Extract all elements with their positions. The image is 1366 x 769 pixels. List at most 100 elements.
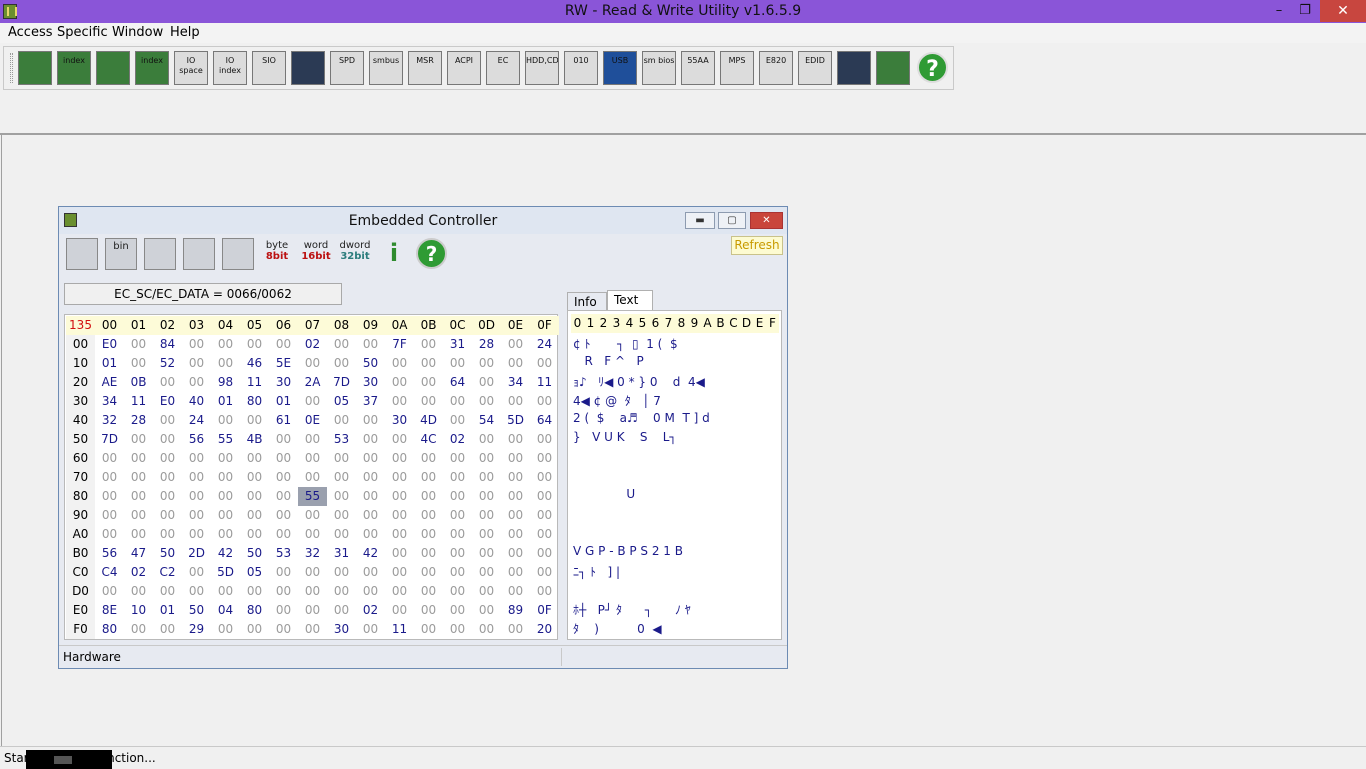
byte-8bit-button[interactable]: byte 8bit bbox=[261, 238, 293, 270]
spd-icon[interactable]: SPD bbox=[330, 51, 364, 85]
hex-cell[interactable]: 00 bbox=[124, 430, 153, 449]
hex-cell[interactable]: 00 bbox=[269, 506, 298, 525]
hex-cell[interactable]: 24 bbox=[530, 335, 559, 354]
hex-cell[interactable]: 00 bbox=[211, 335, 240, 354]
hex-cell[interactable]: 00 bbox=[327, 525, 356, 544]
hex-cell[interactable]: 00 bbox=[124, 582, 153, 601]
hex-cell[interactable]: 00 bbox=[153, 582, 182, 601]
hex-cell[interactable]: 00 bbox=[530, 487, 559, 506]
smbios-icon[interactable]: sm bios bbox=[642, 51, 676, 85]
hex-cell[interactable]: 00 bbox=[356, 525, 385, 544]
hex-cell[interactable]: 11 bbox=[385, 620, 414, 639]
menu-access[interactable]: Access bbox=[8, 25, 53, 40]
hex-cell[interactable]: 00 bbox=[530, 449, 559, 468]
hex-cell[interactable]: 00 bbox=[472, 506, 501, 525]
hex-cell[interactable]: 5D bbox=[211, 563, 240, 582]
hex-cell[interactable]: 00 bbox=[414, 620, 443, 639]
hex-cell[interactable]: 00 bbox=[298, 601, 327, 620]
hex-cell[interactable]: 00 bbox=[385, 544, 414, 563]
hex-cell[interactable]: 00 bbox=[472, 620, 501, 639]
hex-cell[interactable]: 00 bbox=[240, 335, 269, 354]
hex-cell[interactable]: 00 bbox=[327, 468, 356, 487]
hex-cell[interactable]: 00 bbox=[327, 335, 356, 354]
hex-cell[interactable]: 00 bbox=[501, 544, 530, 563]
hex-cell[interactable]: 00 bbox=[153, 430, 182, 449]
hex-cell[interactable]: 11 bbox=[124, 392, 153, 411]
hex-cell[interactable]: 05 bbox=[327, 392, 356, 411]
hex-grid[interactable]: 135 00 01 02 03 04 05 06 07 08 09 0A 0B 0C 0D 0E 0F 00 E0 0… bbox=[64, 314, 559, 640]
text-row[interactable]: U bbox=[573, 487, 635, 501]
hex-cell[interactable]: 00 bbox=[530, 468, 559, 487]
hex-cell[interactable]: 00 bbox=[414, 373, 443, 392]
hex-cell[interactable]: 8E bbox=[95, 601, 124, 620]
hex-cell[interactable]: 00 bbox=[443, 487, 472, 506]
hex-cell[interactable]: 00 bbox=[472, 582, 501, 601]
hex-cell[interactable]: AE bbox=[95, 373, 124, 392]
hex-cell[interactable]: 00 bbox=[327, 487, 356, 506]
pci-icon[interactable] bbox=[18, 51, 52, 85]
hex-cell[interactable]: 00 bbox=[443, 468, 472, 487]
hex-cell[interactable]: 00 bbox=[443, 525, 472, 544]
hex-cell[interactable]: 98 bbox=[211, 373, 240, 392]
hex-cell[interactable]: 00 bbox=[182, 525, 211, 544]
hex-cell[interactable]: 00 bbox=[443, 582, 472, 601]
maximize-button[interactable]: ❐ bbox=[1290, 0, 1320, 22]
hex-cell[interactable]: 32 bbox=[95, 411, 124, 430]
hex-cell[interactable]: 00 bbox=[385, 506, 414, 525]
hex-cell[interactable]: 00 bbox=[385, 354, 414, 373]
hex-cell[interactable]: 24 bbox=[182, 411, 211, 430]
hex-cell[interactable]: 00 bbox=[182, 449, 211, 468]
hex-cell[interactable]: 00 bbox=[356, 335, 385, 354]
disk-icon[interactable]: 010 bbox=[564, 51, 598, 85]
hex-cell[interactable]: 00 bbox=[385, 392, 414, 411]
hex-cell[interactable]: 00 bbox=[269, 487, 298, 506]
hex-cell[interactable]: 00 bbox=[95, 525, 124, 544]
hex-cell[interactable]: 00 bbox=[240, 411, 269, 430]
hex-cell[interactable]: 00 bbox=[240, 487, 269, 506]
ec-help-icon[interactable]: ? bbox=[416, 238, 448, 270]
hex-cell[interactable]: 00 bbox=[443, 449, 472, 468]
text-row[interactable]: R F ^ P bbox=[573, 354, 643, 368]
hex-cell[interactable]: 00 bbox=[327, 449, 356, 468]
hex-cell[interactable]: 00 bbox=[124, 620, 153, 639]
hex-cell[interactable]: 30 bbox=[356, 373, 385, 392]
hex-cell[interactable]: 00 bbox=[153, 468, 182, 487]
hex-cell[interactable]: 00 bbox=[385, 468, 414, 487]
hex-cell[interactable]: 00 bbox=[356, 430, 385, 449]
hex-cell[interactable]: 00 bbox=[211, 468, 240, 487]
hex-cell[interactable]: 00 bbox=[385, 449, 414, 468]
hex-cell[interactable]: 34 bbox=[501, 373, 530, 392]
text-row[interactable]: ﾎ┼ P┘ ﾀ ┐ ﾉ ﾔ bbox=[573, 601, 691, 618]
hex-cell[interactable]: 00 bbox=[182, 487, 211, 506]
hex-cell[interactable]: 00 bbox=[298, 525, 327, 544]
hex-cell[interactable]: 00 bbox=[501, 354, 530, 373]
hex-cell[interactable]: 00 bbox=[211, 449, 240, 468]
hex-cell[interactable]: 00 bbox=[182, 373, 211, 392]
hex-cell[interactable]: 4D bbox=[414, 411, 443, 430]
hex-cell[interactable]: 46 bbox=[240, 354, 269, 373]
hex-cell[interactable]: 29 bbox=[182, 620, 211, 639]
hex-cell[interactable]: 34 bbox=[95, 392, 124, 411]
hex-cell[interactable]: 7D bbox=[95, 430, 124, 449]
hex-cell[interactable]: 00 bbox=[124, 335, 153, 354]
hex-cell[interactable]: 00 bbox=[414, 335, 443, 354]
hex-cell[interactable]: 28 bbox=[124, 411, 153, 430]
hex-cell[interactable]: 52 bbox=[153, 354, 182, 373]
hex-cell[interactable]: 00 bbox=[182, 506, 211, 525]
hex-cell[interactable]: 00 bbox=[298, 392, 327, 411]
hex-cell[interactable]: 64 bbox=[443, 373, 472, 392]
hex-cell[interactable]: 00 bbox=[356, 411, 385, 430]
hex-cell[interactable]: 00 bbox=[472, 373, 501, 392]
hex-cell[interactable]: 00 bbox=[269, 335, 298, 354]
hex-cell[interactable]: 00 bbox=[443, 544, 472, 563]
hex-cell[interactable]: 00 bbox=[385, 373, 414, 392]
hex-cell[interactable]: 00 bbox=[240, 582, 269, 601]
hex-cell[interactable]: 00 bbox=[501, 449, 530, 468]
text-row[interactable]: ¢ ﾄ ┐ ▯ 1 ( $ bbox=[573, 335, 678, 352]
hex-cell[interactable]: 00 bbox=[472, 563, 501, 582]
hex-cell[interactable]: 00 bbox=[153, 525, 182, 544]
hex-cell[interactable]: 00 bbox=[530, 506, 559, 525]
terminal-icon[interactable] bbox=[837, 51, 871, 85]
hex-cell[interactable]: 00 bbox=[414, 525, 443, 544]
hex-cell[interactable]: 00 bbox=[153, 373, 182, 392]
